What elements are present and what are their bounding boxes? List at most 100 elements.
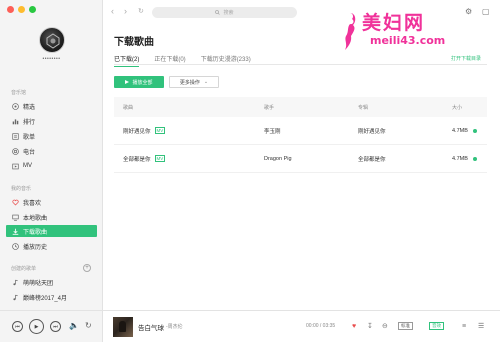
file-size: 4.7MB [452,155,468,162]
download-icon [11,227,19,235]
section-title-music-hall: 音乐馆 [11,90,27,96]
quality-selector[interactable]: 标准 [398,322,413,330]
star-circle-icon [11,102,19,110]
column-header-artist[interactable]: 歌手 [264,104,358,111]
heart-icon [11,198,19,206]
minimize-window-button[interactable] [18,6,25,13]
download-icon[interactable]: ↧ [367,323,373,330]
search-input[interactable]: 搜索 [152,7,297,18]
like-heart-icon[interactable]: ♥ [352,323,356,330]
size-cell: 4.7MB [452,156,487,162]
mv-badge[interactable]: MV [154,127,166,134]
username[interactable]: •••••••• [0,56,103,62]
sidebar-item-playlists[interactable]: 歌单 [6,130,97,142]
sidebar-item-local-songs[interactable]: 本地歌曲 [6,211,97,223]
watermark-title: 美妇网 [362,12,426,34]
radio-icon [11,147,19,155]
watermark-url: meili43.com [370,34,446,47]
tab-downloading[interactable]: 正在下载(0) [154,54,185,67]
refresh-icon[interactable]: ↻ [138,7,144,16]
player-controls-area: ⏮ ▶ ⏭ 🔈 ↻ [0,311,103,342]
open-download-folder-link[interactable]: 打开下载目录 [451,55,481,62]
album-cover[interactable] [113,317,133,337]
now-playing-artist[interactable]: -周杰伦 [166,323,183,330]
column-header-song[interactable]: 歌曲 [114,104,264,111]
section-title-my-music: 我的音乐 [11,186,32,192]
playlist-icon [11,132,19,140]
playlist-queue-icon[interactable]: ☰ [478,323,484,330]
sidebar-item-label: 本地歌曲 [23,215,48,222]
song-cell: 全部都是你 MV [114,155,264,163]
sidebar-item-charts[interactable]: 排行 [6,115,97,127]
sidebar-item-label: 巅峰榜2017_4月 [23,295,68,302]
video-icon [11,162,19,170]
sidebar-item-mv[interactable]: MV [6,160,97,172]
close-window-button[interactable] [7,6,14,13]
song-title[interactable]: 刚好遇见你 [123,127,151,135]
playback-time: 00:00 / 03:35 [306,323,336,329]
sidebar-item-favorites[interactable]: 我喜欢 [6,196,97,208]
sidebar-item-label: 电台 [23,149,36,156]
avatar[interactable] [39,27,65,53]
tab-download-history[interactable]: 下载历史漫游(233) [201,54,251,67]
previous-track-button[interactable]: ⏮ [12,321,23,332]
more-options-icon[interactable]: ⊖ [382,323,388,330]
sidebar-item-history[interactable]: 播放历史 [6,240,97,252]
add-playlist-icon[interactable]: + [83,264,91,272]
tab-downloaded[interactable]: 已下载(2) [114,54,140,67]
sidebar-item-radio[interactable]: 电台 [6,145,97,157]
music-note-icon [11,293,19,301]
songs-table: 歌曲 歌手 专辑 大小 刚好遇见你 MV 李玉刚 刚好遇见你 4.7MB 全部都… [114,97,487,173]
play-all-label: 播放全部 [132,79,153,86]
app-window: •••••••• 音乐馆 精选 排行 歌单 电台 MV 我的音乐 我喜欢 本地歌… [0,0,500,342]
column-header-album[interactable]: 专辑 [358,104,452,111]
artist-cell[interactable]: Dragon Pig [264,156,358,162]
tab-bar: 已下载(2) 正在下载(0) 下载历史漫游(233) [114,54,266,67]
chevron-down-icon: ⌄ [203,79,209,85]
table-header: 歌曲 歌手 专辑 大小 [114,97,487,117]
table-row[interactable]: 刚好遇见你 MV 李玉刚 刚好遇见你 4.7MB [114,117,487,145]
repeat-icon[interactable]: ↻ [85,322,92,330]
tab-divider [114,64,487,65]
sound-effect-button[interactable]: 音效 [429,322,444,330]
column-header-size[interactable]: 大小 [452,104,487,111]
sidebar-item-featured[interactable]: 精选 [6,100,97,112]
watermark: 美妇网 meili43.com [336,6,496,58]
next-track-button[interactable]: ⏭ [50,321,61,332]
search-icon [215,10,221,15]
sidebar-item-label: 我喜欢 [23,200,42,207]
sidebar-item-label: 下载歌曲 [23,229,48,236]
table-row[interactable]: 全部都是你 MV Dragon Pig 全部都是你 4.7MB [114,145,487,173]
mv-badge[interactable]: MV [154,155,166,162]
song-cell: 刚好遇见你 MV [114,127,264,135]
now-playing-title[interactable]: 告白气球 [138,322,164,332]
play-button[interactable]: ▶ [29,319,44,334]
song-title[interactable]: 全部都是你 [123,155,151,163]
page-title: 下载歌曲 [114,37,154,48]
forward-arrow-icon[interactable]: › [124,7,127,16]
window-controls [7,6,36,13]
search-placeholder: 搜索 [223,10,234,16]
clock-icon [11,242,19,250]
file-size: 4.7MB [452,127,468,134]
back-arrow-icon[interactable]: ‹ [111,7,114,16]
artist-cell[interactable]: 李玉刚 [264,127,358,135]
sidebar-playlist-item[interactable]: 巅峰榜2017_4月 [6,291,97,303]
play-all-button[interactable]: 播放全部 [114,76,164,88]
sidebar-playlist-item[interactable]: 萌萌哒天团 [6,276,97,288]
sidebar-item-label: 排行 [23,119,36,126]
album-cell[interactable]: 刚好遇见你 [358,127,452,135]
downloaded-status-icon [472,156,477,161]
album-cell[interactable]: 全部都是你 [358,155,452,163]
sidebar-item-label: 歌单 [23,134,36,141]
sidebar-item-downloads[interactable]: 下载歌曲 [6,225,97,237]
monitor-icon [11,213,19,221]
sidebar-item-label: 精选 [23,104,36,111]
more-actions-label: 更多操作 [179,79,200,86]
zoom-window-button[interactable] [29,6,36,13]
more-actions-button[interactable]: 更多操作 ⌄ [169,76,219,88]
sidebar-item-label: 萌萌哒天团 [23,280,54,287]
play-icon [125,80,130,84]
lyrics-icon[interactable]: ≡ [462,323,466,330]
volume-icon[interactable]: 🔈 [69,322,79,330]
